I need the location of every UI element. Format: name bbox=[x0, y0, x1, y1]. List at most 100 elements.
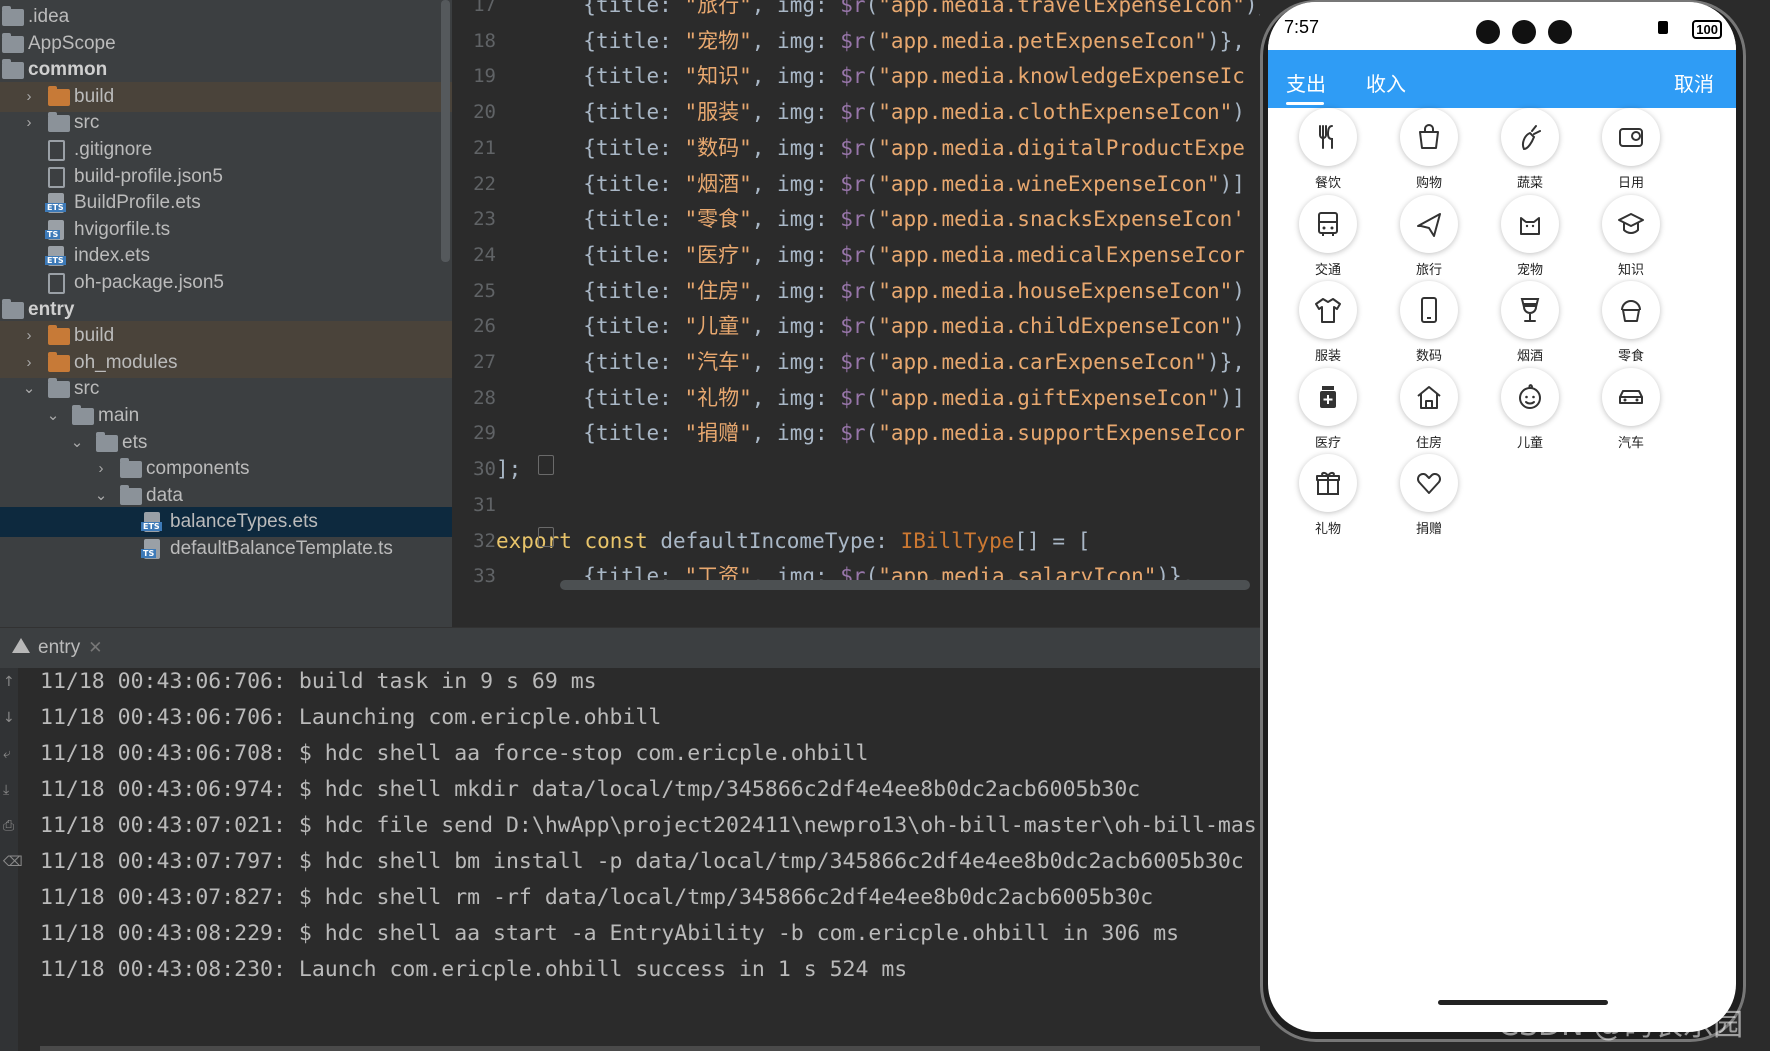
chevron-right-icon[interactable]: › bbox=[22, 348, 36, 378]
trash-icon[interactable]: ⌫ bbox=[3, 855, 23, 869]
child-face-icon bbox=[1501, 367, 1559, 426]
tree-item[interactable]: common bbox=[0, 55, 452, 85]
fold-marker-icon[interactable] bbox=[538, 455, 554, 475]
house-icon bbox=[1400, 367, 1458, 426]
category-item[interactable]: 数码 bbox=[1385, 281, 1475, 377]
chevron-right-icon[interactable]: › bbox=[22, 321, 36, 351]
log-line: 11/18 00:43:06:708: $ hdc shell aa force… bbox=[40, 741, 869, 766]
category-item[interactable]: 餐饮 bbox=[1284, 108, 1374, 204]
line-number: 21 bbox=[473, 136, 496, 159]
tree-item[interactable]: ETS BuildProfile.ets bbox=[0, 188, 452, 218]
print-icon[interactable]: ⎙ bbox=[3, 819, 15, 833]
category-item[interactable]: 宠物 bbox=[1486, 194, 1576, 291]
category-item[interactable]: 知识 bbox=[1587, 194, 1677, 291]
chevron-right-icon[interactable]: › bbox=[22, 82, 36, 112]
category-item[interactable]: 儿童 bbox=[1486, 367, 1576, 464]
run-tab[interactable]: entry ✕ bbox=[12, 628, 103, 668]
tree-item[interactable]: ⌄ main bbox=[0, 401, 452, 431]
tree-item[interactable]: TS defaultBalanceTemplate.ts bbox=[0, 534, 452, 564]
category-item[interactable]: 零食 bbox=[1587, 281, 1677, 377]
lock-icon bbox=[1658, 21, 1668, 34]
tree-item[interactable]: › components bbox=[0, 454, 452, 484]
chevron-down-icon[interactable]: ⌄ bbox=[70, 428, 84, 458]
category-label: 烟酒 bbox=[1516, 349, 1543, 364]
fold-marker-icon[interactable] bbox=[538, 527, 554, 547]
shopping-bag-icon bbox=[1400, 108, 1458, 166]
code-line: {title: "儿童", img: $r("app.media.childEx… bbox=[558, 314, 1245, 339]
run-toolwindow-header: entry ✕ bbox=[0, 627, 1260, 668]
code-editor[interactable]: 17 {title: "旅行", img: $r("app.media.trav… bbox=[452, 0, 1260, 590]
tree-item[interactable]: › oh_modules bbox=[0, 347, 452, 378]
chevron-down-icon[interactable]: ⌄ bbox=[22, 374, 36, 404]
line-number: 25 bbox=[473, 279, 496, 302]
tree-item[interactable]: oh-package.json5 bbox=[0, 268, 452, 298]
category-item[interactable]: 旅行 bbox=[1385, 194, 1475, 291]
airplane-icon-glyph bbox=[1417, 212, 1441, 237]
category-item[interactable]: 住房 bbox=[1385, 367, 1475, 464]
tree-item[interactable]: entry bbox=[0, 295, 452, 325]
category-item[interactable]: 汽车 bbox=[1587, 367, 1677, 464]
chevron-right-icon[interactable]: › bbox=[22, 108, 36, 138]
editor-horizontal-scrollbar[interactable] bbox=[560, 580, 1250, 590]
category-item[interactable]: 购物 bbox=[1385, 108, 1475, 204]
tree-item[interactable]: .gitignore bbox=[0, 135, 452, 165]
category-label: 购物 bbox=[1415, 176, 1442, 191]
chevron-right-icon[interactable]: › bbox=[94, 454, 108, 484]
scroll-to-end-icon[interactable]: ⤓ bbox=[3, 783, 15, 797]
project-tree: .idea AppScope common › build › src .gitignore b… bbox=[0, 0, 452, 627]
tree-item-label: main bbox=[98, 405, 140, 426]
tree-item[interactable]: ETS balanceTypes.ets bbox=[0, 507, 452, 538]
category-item[interactable]: 医疗 bbox=[1284, 367, 1374, 464]
tree-item[interactable]: › src bbox=[0, 108, 452, 138]
category-item[interactable]: 日用 bbox=[1587, 108, 1677, 204]
cancel-button[interactable]: 取消 bbox=[1674, 68, 1714, 97]
tree-item-label: build-profile.json5 bbox=[74, 165, 223, 187]
close-icon[interactable]: ✕ bbox=[88, 638, 102, 657]
tab-income[interactable]: 收入 bbox=[1366, 68, 1406, 97]
soft-wrap-icon[interactable]: ⤶ bbox=[3, 747, 15, 761]
tree-scrollbar[interactable] bbox=[441, 0, 450, 262]
tree-item-label: entry bbox=[28, 298, 75, 320]
phone-icon-glyph bbox=[1421, 297, 1437, 323]
car-icon bbox=[1602, 367, 1660, 426]
category-item[interactable]: 服装 bbox=[1284, 281, 1374, 377]
category-item[interactable]: 蔬菜 bbox=[1486, 108, 1576, 204]
category-item[interactable]: 交通 bbox=[1284, 194, 1374, 291]
code-line: export const defaultIncomeType: IBillTyp… bbox=[496, 528, 1091, 553]
tree-item[interactable]: ETS index.ets bbox=[0, 241, 452, 271]
folder-icon bbox=[48, 85, 70, 106]
folder-icon bbox=[2, 59, 24, 80]
code-line: {title: "汽车", img: $r("app.media.carExpe… bbox=[558, 350, 1245, 374]
code-line: ]; bbox=[496, 457, 522, 482]
category-label: 交通 bbox=[1314, 262, 1341, 278]
category-label: 数码 bbox=[1415, 349, 1442, 364]
tree-item-label: hvigorfile.ts bbox=[74, 218, 171, 240]
tree-item[interactable]: › build bbox=[0, 321, 452, 352]
up-arrow-icon[interactable]: ↑ bbox=[3, 675, 15, 689]
tree-item[interactable]: AppScope bbox=[0, 29, 452, 59]
code-line: {title: "烟酒", img: $r("app.media.wineExp… bbox=[558, 171, 1245, 196]
tab-expense[interactable]: 支出 bbox=[1286, 68, 1326, 97]
tree-item[interactable]: ⌄ data bbox=[0, 481, 452, 511]
category-item[interactable]: 礼物 bbox=[1284, 454, 1374, 550]
category-item[interactable]: 烟酒 bbox=[1486, 281, 1576, 377]
run-console[interactable]: ↑ ↓ ⤶ ⤓ ⎙ ⌫ 11/18 00:43:06:706: build ta… bbox=[0, 668, 1260, 1051]
folder-icon bbox=[96, 431, 118, 452]
tree-item-label: data bbox=[146, 484, 183, 506]
tree-item[interactable]: TS hvigorfile.ts bbox=[0, 215, 452, 245]
chevron-down-icon[interactable]: ⌄ bbox=[46, 401, 60, 431]
tree-item[interactable]: .idea bbox=[0, 2, 452, 32]
down-arrow-icon[interactable]: ↓ bbox=[3, 711, 15, 725]
chevron-down-icon[interactable]: ⌄ bbox=[94, 481, 108, 511]
tree-item[interactable]: › build bbox=[0, 81, 452, 112]
tree-item[interactable]: ⌄ ets bbox=[0, 428, 452, 458]
heart-hand-icon bbox=[1400, 454, 1458, 512]
tree-item[interactable]: ⌄ src bbox=[0, 374, 452, 404]
category-item[interactable]: 捐赠 bbox=[1385, 454, 1475, 550]
tree-item[interactable]: build-profile.json5 bbox=[0, 162, 452, 192]
camera-icon bbox=[1548, 20, 1572, 44]
console-horizontal-scrollbar[interactable] bbox=[40, 1046, 1260, 1051]
house-icon-glyph bbox=[1417, 385, 1441, 409]
category-label: 零食 bbox=[1617, 349, 1644, 364]
cupcake-icon-glyph bbox=[1621, 300, 1641, 322]
